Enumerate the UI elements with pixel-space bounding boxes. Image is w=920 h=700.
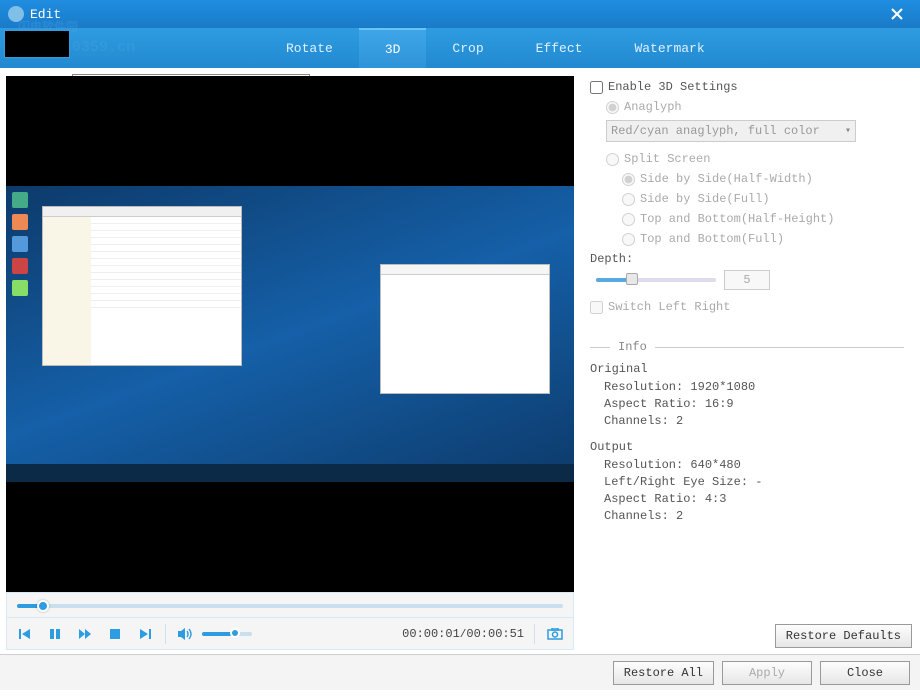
snapshot-button[interactable] — [545, 624, 565, 644]
close-window-button[interactable] — [882, 4, 912, 24]
seek-bar[interactable] — [6, 592, 574, 618]
original-aspect: Aspect Ratio: 16:9 — [604, 397, 904, 411]
clip-thumbnail[interactable] — [4, 30, 70, 58]
enable-3d-checkbox[interactable]: Enable 3D Settings — [590, 80, 904, 94]
prev-frame-button[interactable] — [15, 624, 35, 644]
output-resolution: Resolution: 640*480 — [604, 458, 904, 472]
time-display: 00:00:01/00:00:51 — [402, 627, 524, 641]
tab-effect[interactable]: Effect — [510, 28, 609, 68]
video-preview — [6, 76, 574, 592]
original-resolution: Resolution: 1920*1080 — [604, 380, 904, 394]
original-channels: Channels: 2 — [604, 414, 904, 428]
tab-3d[interactable]: 3D — [359, 28, 427, 68]
chevron-down-icon: ▾ — [845, 125, 851, 137]
split-tb-half-radio[interactable]: Top and Bottom(Half-Height) — [622, 212, 904, 226]
depth-slider[interactable] — [596, 278, 716, 282]
output-label: Output — [590, 440, 904, 454]
tab-watermark[interactable]: Watermark — [608, 28, 730, 68]
split-sbs-full-radio[interactable]: Side by Side(Full) — [622, 192, 904, 206]
window-title: Edit — [30, 7, 882, 22]
split-sbs-half-radio[interactable]: Side by Side(Half-Width) — [622, 172, 904, 186]
seek-knob[interactable] — [37, 600, 49, 612]
anaglyph-select[interactable]: Red/cyan anaglyph, full color ▾ — [606, 120, 856, 142]
tab-rotate[interactable]: Rotate — [260, 28, 359, 68]
stop-button[interactable] — [105, 624, 125, 644]
player-controls: 00:00:01/00:00:51 — [6, 618, 574, 650]
titlebar: Edit — [0, 0, 920, 28]
output-aspect: Aspect Ratio: 4:3 — [604, 492, 904, 506]
switch-lr-checkbox[interactable]: Switch Left Right — [590, 300, 904, 314]
fast-forward-button[interactable] — [75, 624, 95, 644]
output-channels: Channels: 2 — [604, 509, 904, 523]
apply-button[interactable]: Apply — [722, 661, 812, 685]
volume-slider[interactable] — [202, 632, 252, 636]
tab-bar: Rotate 3D Crop Effect Watermark — [0, 28, 920, 68]
output-eye-size: Left/Right Eye Size: - — [604, 475, 904, 489]
restore-defaults-button[interactable]: Restore Defaults — [775, 624, 912, 648]
info-header: Info — [618, 340, 647, 354]
volume-icon[interactable] — [176, 624, 196, 644]
split-tb-full-radio[interactable]: Top and Bottom(Full) — [622, 232, 904, 246]
anaglyph-radio[interactable]: Anaglyph — [606, 100, 904, 114]
pause-button[interactable] — [45, 624, 65, 644]
original-label: Original — [590, 362, 904, 376]
depth-label: Depth: — [590, 252, 904, 266]
depth-value[interactable]: 5 — [724, 270, 770, 290]
footer: Restore All Apply Close — [0, 654, 920, 690]
split-screen-radio[interactable]: Split Screen — [606, 152, 904, 166]
app-icon — [8, 6, 24, 22]
settings-panel: Enable 3D Settings Anaglyph Red/cyan ana… — [580, 68, 920, 654]
next-frame-button[interactable] — [135, 624, 155, 644]
restore-all-button[interactable]: Restore All — [613, 661, 714, 685]
close-button[interactable]: Close — [820, 661, 910, 685]
tab-crop[interactable]: Crop — [426, 28, 509, 68]
